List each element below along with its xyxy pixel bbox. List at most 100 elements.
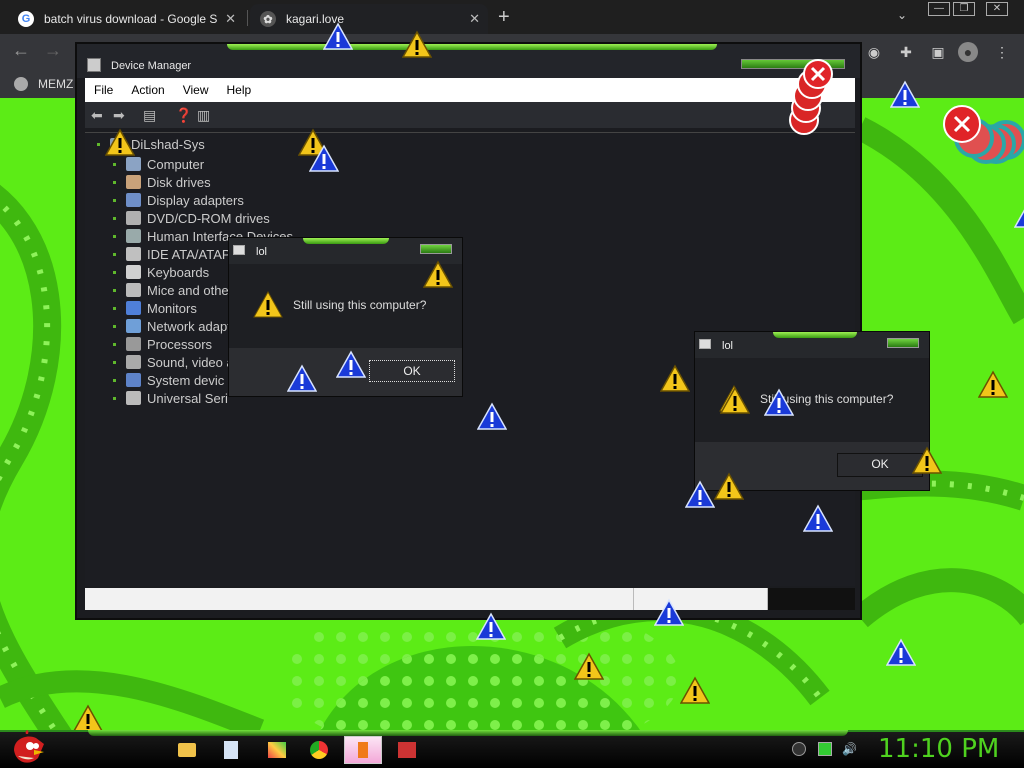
- menu-kebab-icon[interactable]: ⋮: [992, 42, 1012, 62]
- expand-dot[interactable]: [113, 306, 116, 310]
- folder-icon[interactable]: [172, 736, 202, 764]
- close-tab-icon[interactable]: ✕: [225, 11, 236, 27]
- warning-icon: [714, 472, 744, 500]
- notepad-icon[interactable]: [216, 736, 246, 764]
- expand-dot: [97, 143, 100, 146]
- control-panel-icon[interactable]: [392, 736, 422, 764]
- device-category-icon: [126, 247, 141, 261]
- device-category-icon: [126, 211, 141, 225]
- tree-item[interactable]: Universal Seri: [113, 389, 228, 407]
- tree-item[interactable]: Network adapt: [113, 317, 231, 335]
- expand-dot[interactable]: [113, 180, 116, 184]
- tree-item-label: Sound, video a: [147, 354, 234, 370]
- forward-arrow-icon[interactable]: ➡: [113, 107, 125, 123]
- ok-button[interactable]: OK: [369, 360, 455, 382]
- expand-dot[interactable]: [113, 342, 116, 346]
- tray-expand-icon[interactable]: [792, 742, 806, 756]
- device-category-icon: [126, 373, 141, 387]
- extensions-puzzle-icon[interactable]: ✚: [896, 42, 916, 62]
- forward-arrow-icon[interactable]: →: [44, 40, 62, 61]
- restore-icon[interactable]: ❐: [953, 2, 975, 16]
- menu-view[interactable]: View: [174, 83, 218, 97]
- dialog-titlebar[interactable]: lol: [695, 332, 929, 358]
- volume-tray-icon[interactable]: 🔊: [842, 742, 857, 756]
- expand-dot[interactable]: [113, 378, 116, 382]
- paint-icon[interactable]: [262, 736, 292, 764]
- dialog-app-icon: [233, 245, 245, 255]
- properties-icon[interactable]: ▤: [143, 107, 156, 123]
- google-g-icon: G: [18, 11, 34, 27]
- expand-dot[interactable]: [113, 198, 116, 202]
- tab-search-chevron-icon[interactable]: ⌄: [897, 8, 907, 22]
- network-tray-icon[interactable]: [818, 742, 832, 756]
- tree-item[interactable]: Processors: [113, 335, 212, 353]
- status-bar: [85, 588, 855, 610]
- tree-item[interactable]: Keyboards: [113, 263, 209, 281]
- chrome-icon[interactable]: [304, 736, 334, 764]
- dialog-close-button[interactable]: [887, 338, 919, 348]
- status-segment-dark: [767, 588, 855, 610]
- kagari-icon: ✿: [260, 11, 276, 27]
- start-angry-bird-icon[interactable]: [8, 728, 48, 768]
- expand-dot[interactable]: [113, 162, 116, 166]
- tree-item-label: IDE ATA/ATAPI: [147, 246, 235, 262]
- tree-item[interactable]: IDE ATA/ATAPI: [113, 245, 234, 263]
- menu-file[interactable]: File: [85, 83, 122, 97]
- tab-title: batch virus download - Google S: [44, 12, 218, 26]
- show-hide-tree-icon[interactable]: ▥: [197, 107, 210, 123]
- warning-icon: [105, 128, 135, 156]
- expand-dot[interactable]: [113, 216, 116, 220]
- tree-item[interactable]: Mice and othe: [113, 281, 229, 299]
- taskbar: 🔊 11:10 PM: [0, 730, 1024, 768]
- tree-item[interactable]: Monitors: [113, 299, 197, 317]
- warning-icon: [423, 260, 453, 288]
- active-app-icon[interactable]: [344, 736, 382, 764]
- expand-dot[interactable]: [113, 324, 116, 328]
- window-title: Device Manager: [111, 60, 192, 72]
- tab-kagari-love[interactable]: ✿ kagari.love ✕: [250, 4, 488, 34]
- tab-google-search[interactable]: G batch virus download - Google S ✕: [8, 4, 244, 34]
- taskbar-clock[interactable]: 11:10 PM: [878, 734, 999, 764]
- warning-icon: [720, 386, 750, 414]
- tree-item-label: System devic: [147, 372, 225, 388]
- new-tab-button[interactable]: +: [498, 6, 510, 29]
- back-arrow-icon[interactable]: ←: [12, 40, 30, 61]
- warning-icon: [574, 652, 604, 680]
- warning-blue-icon: [886, 638, 916, 666]
- help-icon[interactable]: ❓: [175, 107, 192, 123]
- warning-blue-icon: [803, 504, 833, 532]
- browser-tab-bar: G batch virus download - Google S ✕ ✿ ka…: [0, 0, 1024, 34]
- taskbar-glow: [88, 730, 848, 736]
- expand-dot[interactable]: [113, 288, 116, 292]
- expand-dot[interactable]: [113, 360, 116, 364]
- bookmark-memz[interactable]: MEMZ: [14, 77, 73, 91]
- back-arrow-icon[interactable]: ⬅: [91, 107, 103, 123]
- close-tab-icon[interactable]: ✕: [469, 11, 480, 27]
- warning-icon: [978, 370, 1008, 398]
- menu-action[interactable]: Action: [122, 83, 173, 97]
- menu-help[interactable]: Help: [218, 83, 261, 97]
- side-panel-icon[interactable]: ▣: [928, 42, 948, 62]
- minimize-icon[interactable]: —: [928, 2, 950, 16]
- ok-button[interactable]: OK: [837, 453, 923, 477]
- profile-avatar-icon[interactable]: ●: [958, 42, 978, 62]
- extension-flag-icon[interactable]: ◉: [864, 42, 884, 62]
- close-window-icon[interactable]: ✕: [986, 2, 1008, 16]
- tree-item[interactable]: Disk drives: [113, 173, 211, 191]
- dialog-close-button[interactable]: [420, 244, 452, 254]
- tree-item-label: Computer: [147, 156, 205, 172]
- tree-item[interactable]: Display adapters: [113, 191, 244, 209]
- expand-dot[interactable]: [113, 270, 116, 274]
- device-manager-titlebar[interactable]: Device Manager: [77, 44, 860, 78]
- tree-item-label: Display adapters: [147, 192, 244, 208]
- warning-blue-icon: [476, 612, 506, 640]
- expand-dot[interactable]: [113, 234, 116, 238]
- tree-item[interactable]: System devic: [113, 371, 224, 389]
- device-category-icon: [126, 265, 141, 279]
- warning-icon: [253, 290, 283, 318]
- tree-item-label: DVD/CD-ROM drives: [147, 210, 270, 226]
- tree-item[interactable]: DVD/CD-ROM drives: [113, 209, 270, 227]
- expand-dot[interactable]: [113, 252, 116, 256]
- tree-item[interactable]: Sound, video a: [113, 353, 234, 371]
- expand-dot[interactable]: [113, 396, 116, 400]
